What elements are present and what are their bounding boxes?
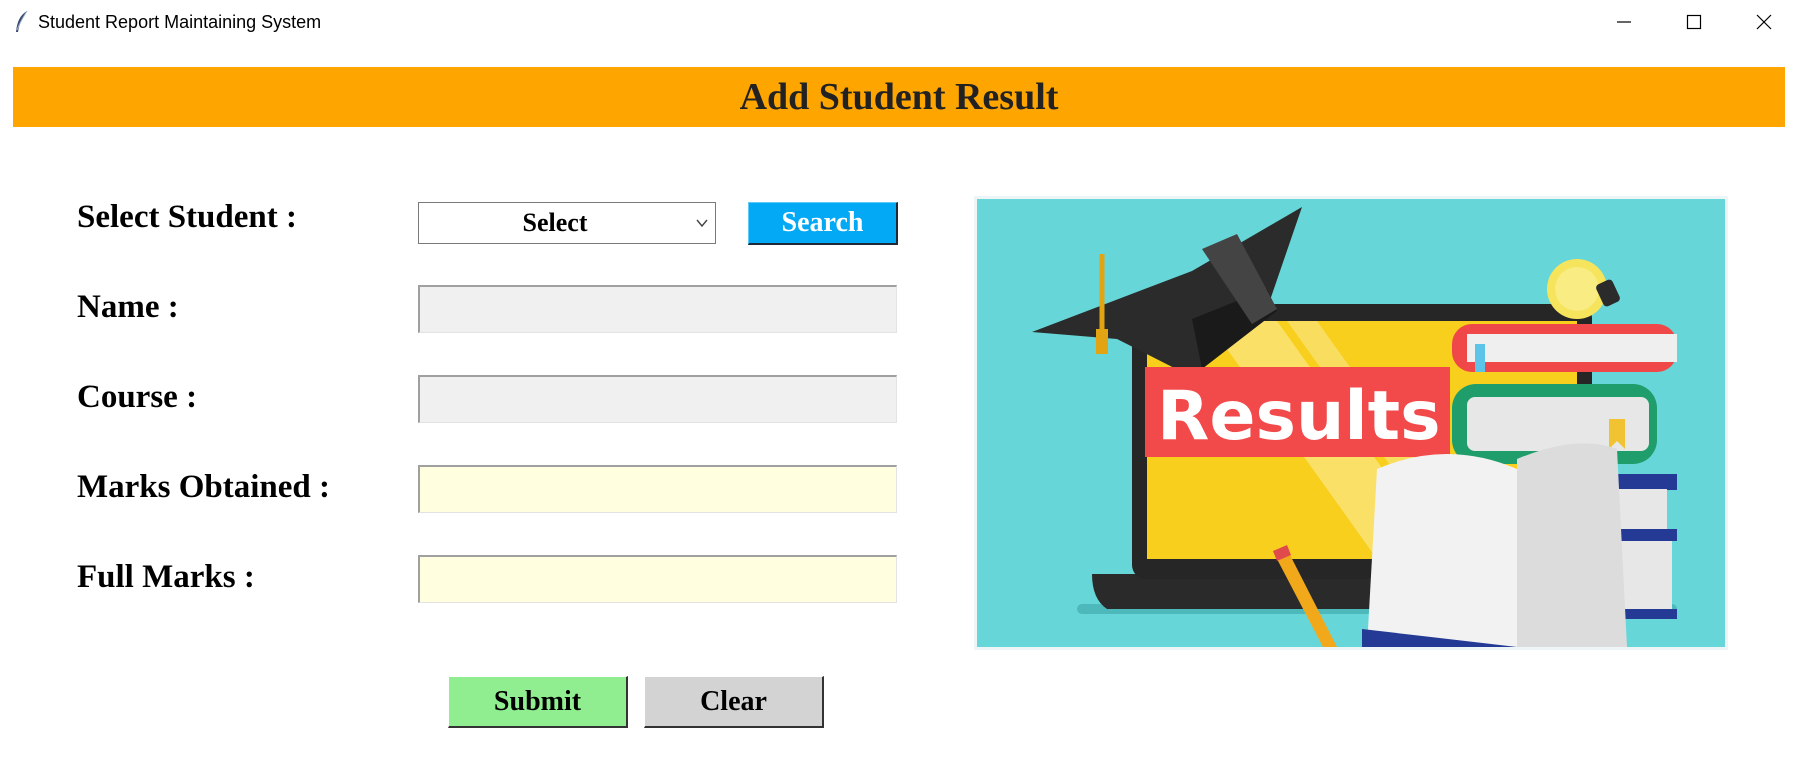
full-marks-label: Full Marks : xyxy=(77,559,255,595)
window-title: Student Report Maintaining System xyxy=(38,12,322,32)
page-title: Add Student Result xyxy=(739,76,1059,118)
clear-button[interactable]: Clear xyxy=(644,676,824,728)
student-select[interactable]: Select xyxy=(418,202,716,244)
maximize-icon xyxy=(1686,14,1702,30)
marks-obtained-label: Marks Obtained : xyxy=(77,469,331,505)
app-window: Student Report Maintaining System Add St… xyxy=(0,0,1796,759)
full-marks-field[interactable] xyxy=(418,555,897,603)
name-field[interactable] xyxy=(418,285,897,333)
results-illustration: Results xyxy=(974,196,1728,650)
results-image-text: Results xyxy=(1157,377,1441,456)
chevron-down-icon xyxy=(696,219,708,228)
submit-button[interactable]: Submit xyxy=(448,676,628,728)
name-label: Name : xyxy=(77,289,179,325)
results-illustration-graphic: Results xyxy=(1032,207,1677,647)
title-bar: Student Report Maintaining System xyxy=(0,0,1796,44)
course-label: Course : xyxy=(77,379,198,415)
feather-icon xyxy=(16,10,28,32)
marks-obtained-field[interactable] xyxy=(418,465,897,513)
close-button[interactable] xyxy=(1729,0,1796,44)
header-banner: Add Student Result xyxy=(13,67,1785,127)
minimize-icon xyxy=(1617,21,1631,23)
close-icon xyxy=(1756,14,1772,30)
search-button[interactable]: Search xyxy=(748,202,898,245)
course-field[interactable] xyxy=(418,375,897,423)
minimize-button[interactable] xyxy=(1589,0,1659,44)
select-student-label: Select Student : xyxy=(77,199,297,235)
maximize-button[interactable] xyxy=(1659,0,1729,44)
student-select-value: Select xyxy=(522,208,588,237)
